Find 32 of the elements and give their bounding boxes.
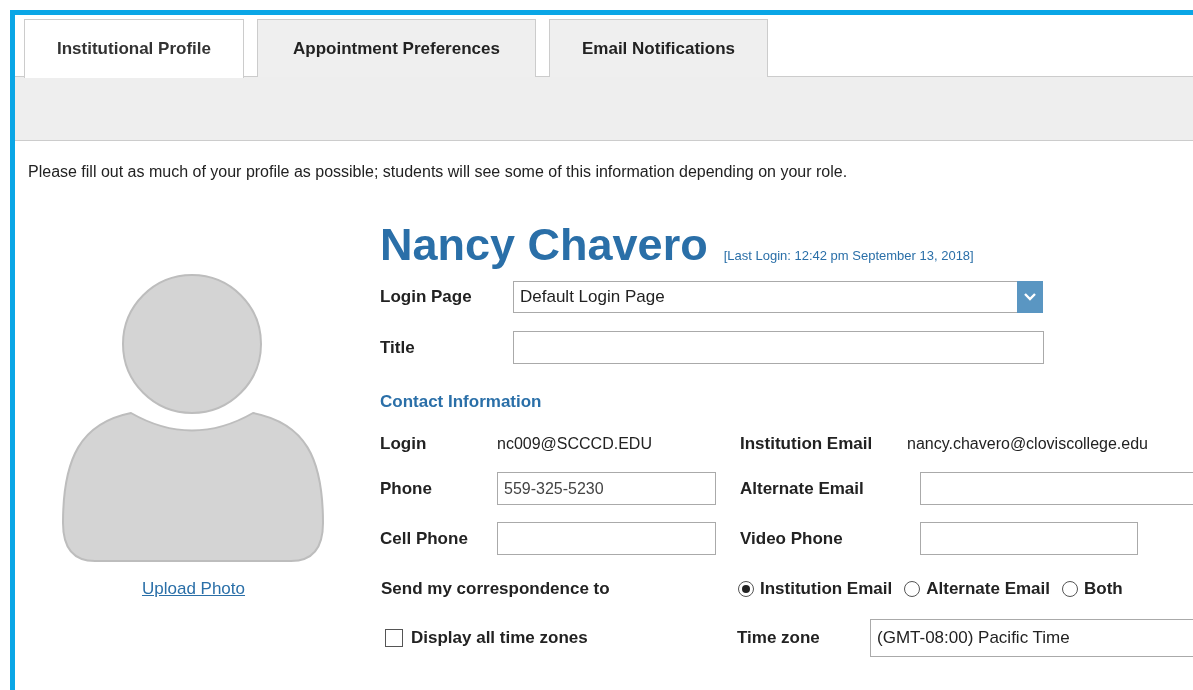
video-phone-input[interactable] (920, 522, 1138, 555)
field-label: Institution Email (740, 434, 874, 454)
profile-name: Nancy Chavero (380, 219, 708, 271)
avatar-placeholder-icon (60, 273, 325, 563)
field-label: Time zone (737, 628, 821, 648)
chevron-down-icon (1024, 293, 1036, 301)
field-label: Title (380, 337, 416, 358)
radio-option[interactable]: Institution Email (738, 579, 893, 599)
field-label: Send my correspondence to (381, 579, 611, 599)
section-heading: Contact Information (380, 392, 543, 412)
time-zone-select[interactable]: (GMT-08:00) Pacific Time (870, 619, 1193, 657)
field-label: Alternate Email (740, 478, 865, 499)
radio-option[interactable]: Both (1062, 579, 1123, 599)
field-label: Phone (380, 478, 433, 499)
intro-text: Please fill out as much of your profile as possible; students will see some of this information depending on your role. (28, 163, 849, 181)
login-page-select[interactable]: Default Login Page (513, 281, 1043, 313)
tab[interactable]: Appointment Preferences (257, 19, 536, 77)
title-input[interactable] (513, 331, 1044, 364)
alternate-email-input[interactable] (920, 472, 1193, 505)
institution-email-value: nancy.chavero@cloviscollege.edu (907, 435, 1148, 453)
phone-input[interactable]: 559-325-5230 (497, 472, 716, 505)
tab[interactable]: Email Notifications (549, 19, 768, 77)
upload-photo-link[interactable]: Upload Photo (142, 579, 245, 599)
field-label: Login (380, 434, 428, 454)
tab[interactable]: Institutional Profile (24, 19, 244, 78)
last-login-text: [Last Login: 12:42 pm September 13, 2018] (723, 248, 974, 263)
login-value: nc009@SCCCD.EDU (497, 435, 653, 453)
cell-phone-input[interactable] (497, 522, 716, 555)
field-label: Cell Phone (380, 528, 469, 549)
field-label: Login Page (380, 287, 473, 307)
radio-option[interactable]: Alternate Email (904, 579, 1050, 599)
field-label: Video Phone (740, 528, 844, 549)
